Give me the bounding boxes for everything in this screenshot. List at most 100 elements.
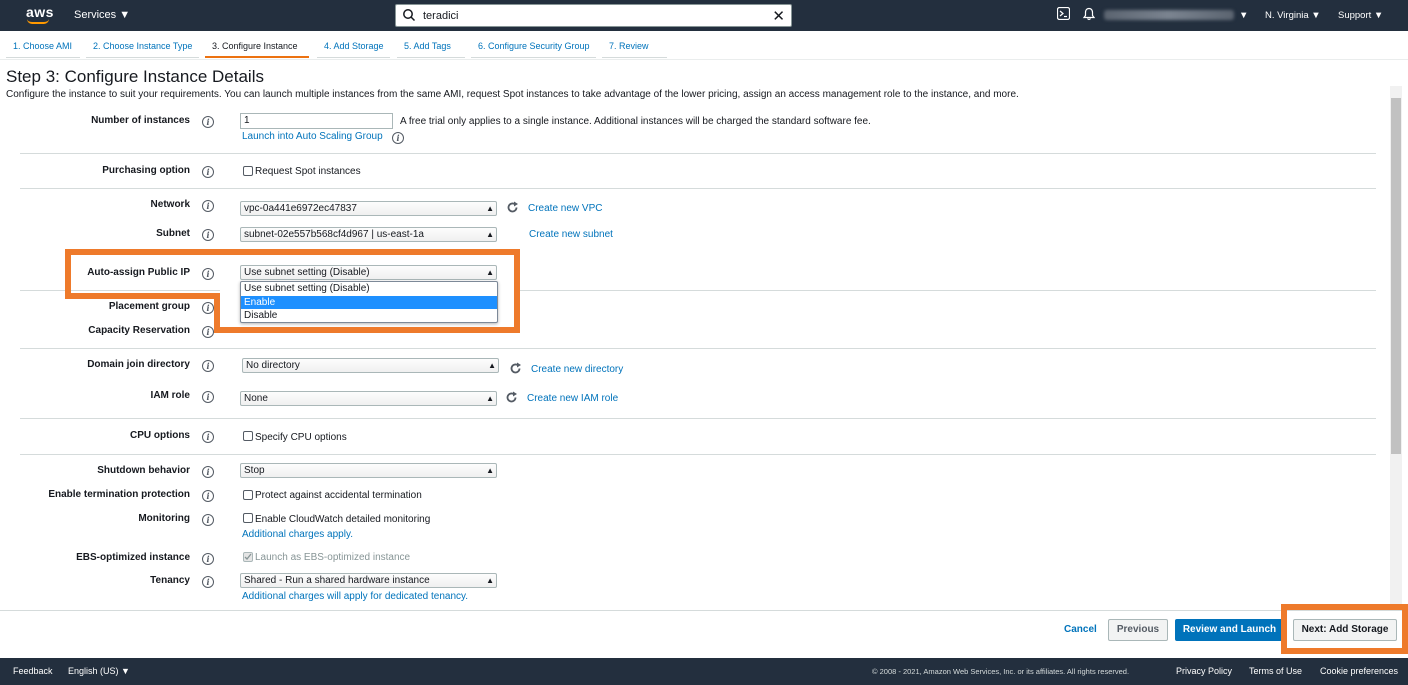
cookie-preferences-link[interactable]: Cookie preferences — [1320, 666, 1398, 676]
tab-review[interactable]: 7. Review — [609, 41, 649, 51]
chevron-down-icon: ▼ — [1373, 10, 1384, 21]
create-new-vpc-link[interactable]: Create new VPC — [528, 203, 602, 214]
tab-divider — [471, 57, 596, 58]
select-arrow-icon: ▲ — [486, 394, 494, 403]
info-icon[interactable]: i — [202, 360, 214, 372]
number-of-instances-input[interactable]: 1 — [240, 113, 393, 129]
info-icon[interactable]: i — [392, 132, 404, 144]
select-arrow-icon: ▲ — [486, 230, 494, 239]
dedicated-tenancy-charges-link[interactable]: Additional charges will apply for dedica… — [242, 591, 468, 602]
info-icon[interactable]: i — [202, 302, 214, 314]
chevron-down-icon[interactable]: ▼ — [1239, 10, 1248, 21]
tab-configure-instance[interactable]: 3. Configure Instance — [212, 41, 298, 51]
tenancy-value: Shared - Run a shared hardware instance — [244, 575, 430, 586]
tab-configure-security-group[interactable]: 6. Configure Security Group — [478, 41, 590, 51]
divider — [20, 153, 1376, 154]
language-selector[interactable]: English (US) ▼ — [68, 666, 130, 676]
refresh-icon[interactable] — [505, 391, 518, 404]
divider — [20, 188, 1376, 189]
info-icon[interactable]: i — [202, 431, 214, 443]
close-icon[interactable]: ✕ — [772, 7, 785, 25]
feedback-link[interactable]: Feedback — [13, 666, 53, 676]
account-name-blurred[interactable] — [1104, 10, 1234, 20]
tab-divider — [602, 57, 667, 58]
tenancy-select[interactable]: Shared - Run a shared hardware instance ▲ — [240, 573, 497, 588]
divider — [515, 290, 1376, 291]
select-arrow-icon: ▲ — [486, 204, 494, 213]
ebs-optimized-label: EBS-optimized instance — [76, 552, 190, 563]
termination-protection-text: Protect against accidental termination — [255, 490, 422, 501]
info-icon[interactable]: i — [202, 166, 214, 178]
cloudwatch-monitoring-checkbox[interactable] — [243, 513, 253, 523]
create-new-directory-link[interactable]: Create new directory — [531, 364, 623, 375]
region-label: N. Virginia — [1265, 10, 1309, 21]
placement-group-label: Placement group — [108, 301, 190, 312]
tab-divider — [86, 57, 199, 58]
support-menu[interactable]: Support ▼ — [1338, 10, 1383, 21]
tab-choose-instance-type[interactable]: 2. Choose Instance Type — [93, 41, 192, 51]
domain-join-directory-label: Domain join directory — [87, 359, 190, 370]
iam-role-select[interactable]: None ▲ — [240, 391, 497, 406]
terms-of-use-link[interactable]: Terms of Use — [1249, 666, 1302, 676]
scrollbar-thumb[interactable] — [1391, 98, 1401, 454]
request-spot-checkbox[interactable] — [243, 166, 253, 176]
tenancy-label: Tenancy — [150, 575, 190, 586]
search-value: teradici — [423, 10, 459, 22]
number-of-instances-label: Number of instances — [91, 115, 190, 126]
language-label: English (US) — [68, 666, 119, 676]
ebs-optimized-text: Launch as EBS-optimized instance — [255, 552, 411, 563]
select-arrow-icon: ▲ — [486, 576, 494, 585]
highlight-box-public-ip-right — [514, 249, 520, 333]
info-icon[interactable]: i — [202, 466, 214, 478]
region-selector[interactable]: N. Virginia ▼ — [1265, 10, 1321, 21]
scrollbar[interactable] — [1390, 86, 1402, 608]
refresh-icon[interactable] — [509, 362, 522, 375]
review-and-launch-button[interactable]: Review and Launch — [1175, 619, 1284, 641]
privacy-policy-link[interactable]: Privacy Policy — [1176, 666, 1232, 676]
cpu-options-label: CPU options — [130, 430, 190, 441]
bell-icon[interactable] — [1082, 7, 1096, 21]
network-select[interactable]: vpc-0a441e6972ec47837 ▲ — [240, 201, 497, 216]
purchasing-option-label: Purchasing option — [102, 165, 190, 176]
create-new-subnet-link[interactable]: Create new subnet — [529, 229, 613, 240]
cancel-button[interactable]: Cancel — [1064, 624, 1097, 635]
create-new-iam-role-link[interactable]: Create new IAM role — [527, 393, 618, 404]
info-icon[interactable]: i — [202, 514, 214, 526]
ebs-optimized-checkbox — [243, 552, 253, 562]
shutdown-behavior-value: Stop — [244, 465, 265, 476]
info-icon[interactable]: i — [202, 200, 214, 212]
info-icon[interactable]: i — [202, 391, 214, 403]
divider — [20, 454, 1376, 455]
refresh-icon[interactable] — [506, 201, 519, 214]
domain-join-select[interactable]: No directory ▲ — [242, 358, 499, 373]
services-menu[interactable]: Services ▼ — [74, 9, 130, 21]
shutdown-behavior-select[interactable]: Stop ▲ — [240, 463, 497, 478]
subnet-select[interactable]: subnet-02e557b568cf4d967 | us-east-1a ▲ — [240, 227, 497, 242]
page-title: Step 3: Configure Instance Details — [6, 67, 264, 86]
info-icon[interactable]: i — [202, 576, 214, 588]
info-icon[interactable]: i — [202, 116, 214, 128]
previous-button[interactable]: Previous — [1108, 619, 1168, 641]
search-input[interactable]: teradici ✕ — [395, 4, 792, 27]
tab-add-tags[interactable]: 5. Add Tags — [404, 41, 451, 51]
tab-add-storage[interactable]: 4. Add Storage — [324, 41, 384, 51]
termination-protection-checkbox[interactable] — [243, 490, 253, 500]
tab-divider — [397, 57, 465, 58]
additional-charges-link[interactable]: Additional charges apply. — [242, 529, 353, 540]
specify-cpu-checkbox[interactable] — [243, 431, 253, 441]
info-icon[interactable]: i — [202, 229, 214, 241]
cloudshell-icon[interactable] — [1057, 7, 1070, 20]
info-icon[interactable]: i — [202, 490, 214, 502]
aws-logo[interactable]: aws — [26, 4, 54, 20]
highlight-box-public-ip-lower — [214, 293, 520, 333]
termination-protection-label: Enable termination protection — [48, 489, 190, 500]
tab-choose-ami[interactable]: 1. Choose AMI — [13, 41, 72, 51]
checkmark-icon — [244, 553, 252, 560]
select-arrow-icon: ▲ — [488, 361, 496, 370]
info-icon[interactable]: i — [202, 326, 214, 338]
next-add-storage-button[interactable]: Next: Add Storage — [1293, 619, 1397, 641]
subnet-label: Subnet — [156, 228, 190, 239]
launch-asg-link[interactable]: Launch into Auto Scaling Group — [242, 131, 383, 142]
info-icon[interactable]: i — [202, 553, 214, 565]
domain-join-value: No directory — [246, 360, 300, 371]
